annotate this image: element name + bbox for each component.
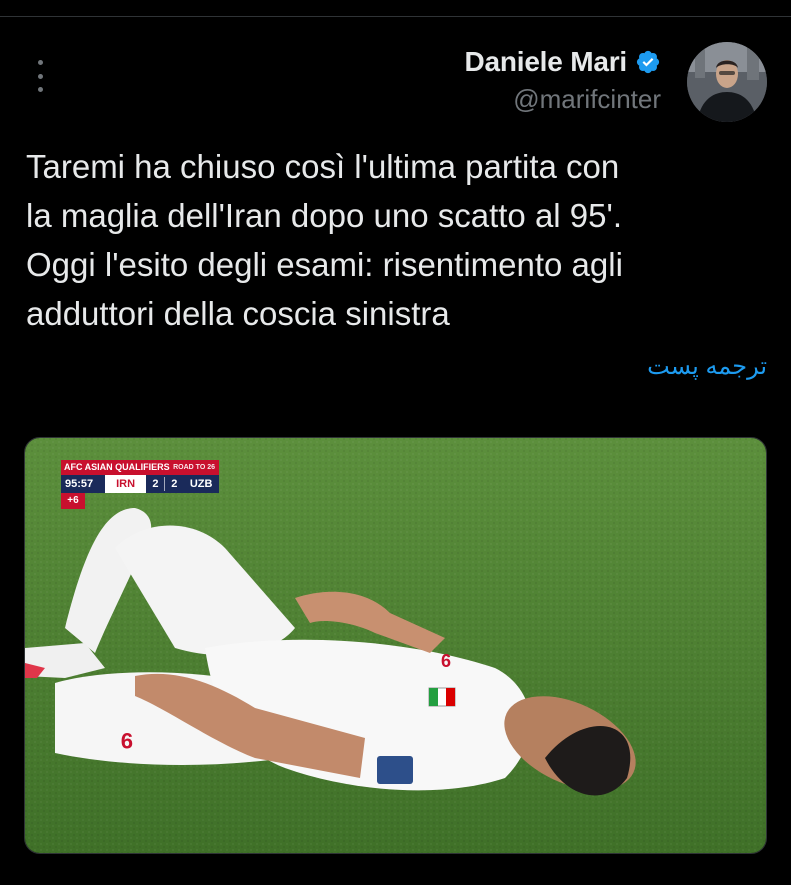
top-divider xyxy=(0,16,791,17)
svg-text:9: 9 xyxy=(121,728,133,753)
tweet-media-image[interactable]: 9 9 AFC ASIAN QUALIFIERS ROAD TO 26 95:5… xyxy=(24,437,767,854)
author-display-name[interactable]: Daniele Mari xyxy=(464,46,627,78)
tweet-text: Taremi ha chiuso così l'ultima partita c… xyxy=(26,142,766,338)
svg-text:9: 9 xyxy=(441,650,451,670)
translate-post-link[interactable]: ترجمه پست xyxy=(647,352,767,381)
scorebug-home-score: 2 xyxy=(152,478,159,490)
tweet-text-line: adduttori della coscia sinistra xyxy=(26,295,450,332)
scorebug-divider xyxy=(164,477,166,491)
more-dot-icon xyxy=(37,87,43,92)
avatar[interactable] xyxy=(687,42,767,122)
more-dot-icon xyxy=(37,60,43,65)
verified-badge-icon xyxy=(636,50,660,74)
tweet-text-line: la maglia dell'Iran dopo uno scatto al 9… xyxy=(26,197,622,234)
tweet-text-line: Taremi ha chiuso così l'ultima partita c… xyxy=(26,148,620,185)
scorebug-away-score: 2 xyxy=(171,478,178,490)
scorebug-clock: 95:57 xyxy=(65,478,94,490)
scorebug: AFC ASIAN QUALIFIERS ROAD TO 26 95:57 IR… xyxy=(61,460,219,509)
more-dot-icon xyxy=(37,73,43,79)
scorebug-stage: ROAD TO 26 xyxy=(173,464,215,471)
scorebug-away-team: UZB xyxy=(189,478,213,490)
scorebug-added-time: +6 xyxy=(61,493,85,509)
tweet-author[interactable]: Daniele Mari @marifcinter xyxy=(464,46,661,115)
scorebug-competition: AFC ASIAN QUALIFIERS xyxy=(64,462,170,472)
tweet-text-line: Oggi l'esito degli esami: risentimento a… xyxy=(26,246,623,283)
scorebug-home-team: IRN xyxy=(104,475,147,493)
more-options-button[interactable] xyxy=(30,60,50,92)
author-handle[interactable]: @marifcinter xyxy=(464,84,661,115)
profile-photo-icon xyxy=(687,42,767,122)
